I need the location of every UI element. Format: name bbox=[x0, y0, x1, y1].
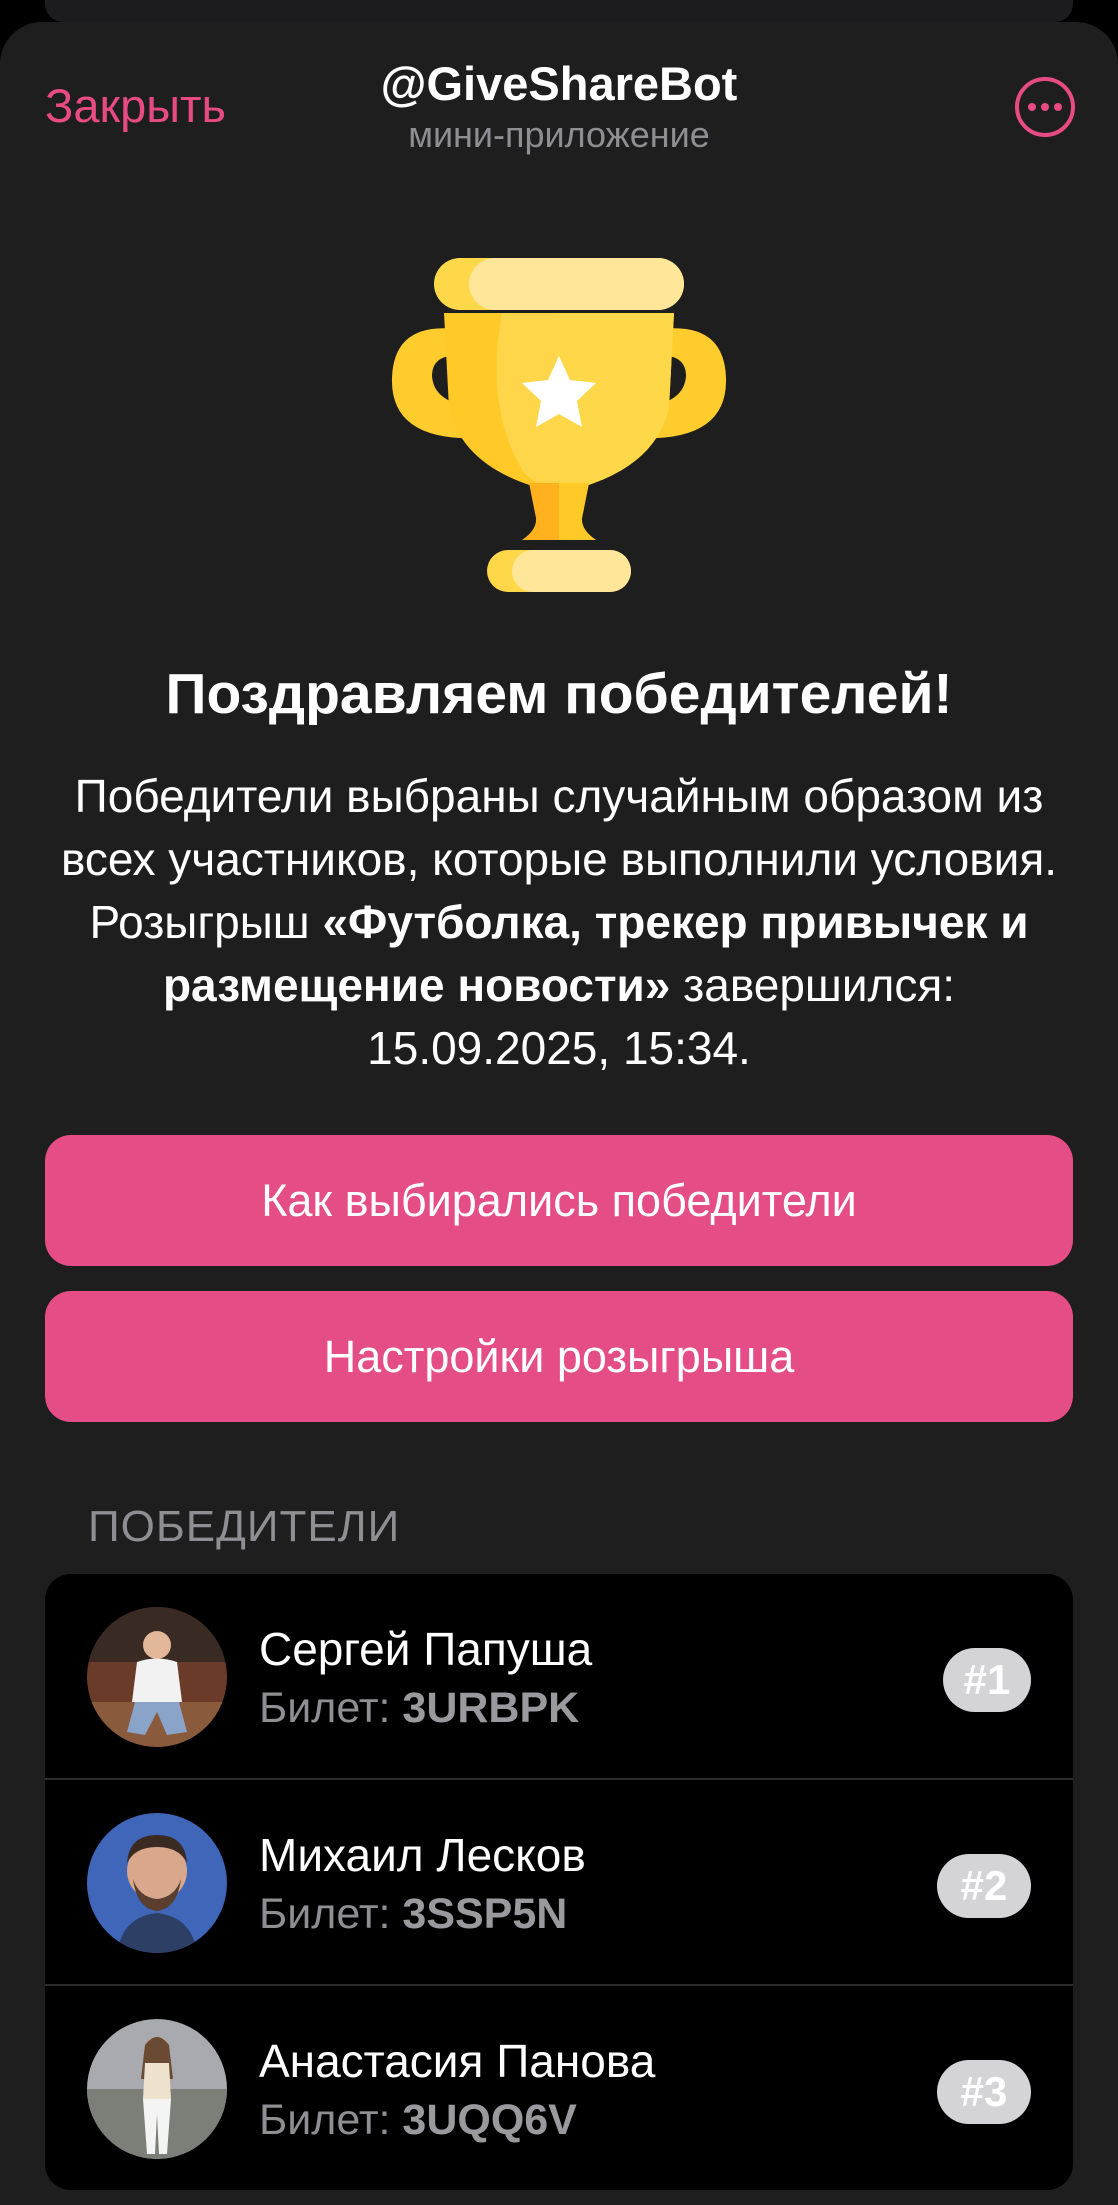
ticket-info: Билет: 3URBPK bbox=[259, 1684, 579, 1733]
background-sheet bbox=[45, 0, 1073, 22]
giveaway-settings-button[interactable]: Настройки розыгрыша bbox=[45, 1291, 1073, 1422]
ticket-info: Билет: 3UQQ6V bbox=[259, 2096, 577, 2145]
ticket-code: 3UQQ6V bbox=[402, 2096, 577, 2144]
congrats-title: Поздравляем победителей! bbox=[165, 662, 953, 726]
more-dot bbox=[1041, 103, 1049, 111]
avatar bbox=[87, 1607, 227, 1747]
rank-badge: #3 bbox=[937, 2060, 1031, 2124]
ticket-code: 3SSP5N bbox=[402, 1890, 568, 1938]
winner-row[interactable]: Сергей Папуша Билет: 3URBPK #1 bbox=[45, 1574, 1073, 1780]
ticket-label: Билет: bbox=[259, 2096, 403, 2144]
how-winners-selected-button[interactable]: Как выбирались победители bbox=[45, 1135, 1073, 1266]
bot-subtitle: мини-приложение bbox=[408, 114, 710, 155]
winner-name: Михаил Лесков bbox=[259, 1829, 586, 1881]
more-dot bbox=[1028, 103, 1036, 111]
avatar bbox=[87, 1813, 227, 1953]
more-dot bbox=[1054, 103, 1062, 111]
winners-section-label: ПОБЕДИТЕЛИ bbox=[88, 1502, 401, 1551]
ticket-label: Билет: bbox=[259, 1890, 403, 1938]
ticket-code: 3URBPK bbox=[402, 1684, 580, 1732]
winner-row[interactable]: Михаил Лесков Билет: 3SSP5N #2 bbox=[45, 1780, 1073, 1986]
winner-name: Анастасия Панова bbox=[259, 2035, 656, 2087]
rank-badge: #1 bbox=[943, 1648, 1031, 1712]
more-icon[interactable] bbox=[1015, 77, 1075, 137]
winner-name: Сергей Папуша bbox=[259, 1623, 593, 1675]
ticket-info: Билет: 3SSP5N bbox=[259, 1890, 567, 1939]
bot-name: @GiveShareBot bbox=[380, 57, 738, 110]
rank-badge: #2 bbox=[937, 1854, 1031, 1918]
winner-row[interactable]: Анастасия Панова Билет: 3UQQ6V #3 bbox=[45, 1986, 1073, 2190]
ticket-label: Билет: bbox=[259, 1684, 403, 1732]
app-header: @GiveShareBot мини-приложение bbox=[0, 56, 1118, 158]
results-description: Победители выбраны случайным образом из … bbox=[40, 765, 1078, 1080]
winners-list: Сергей Папуша Билет: 3URBPK #1 Михаил Ле… bbox=[45, 1574, 1073, 2190]
trophy-icon bbox=[391, 258, 727, 592]
avatar bbox=[87, 2019, 227, 2159]
